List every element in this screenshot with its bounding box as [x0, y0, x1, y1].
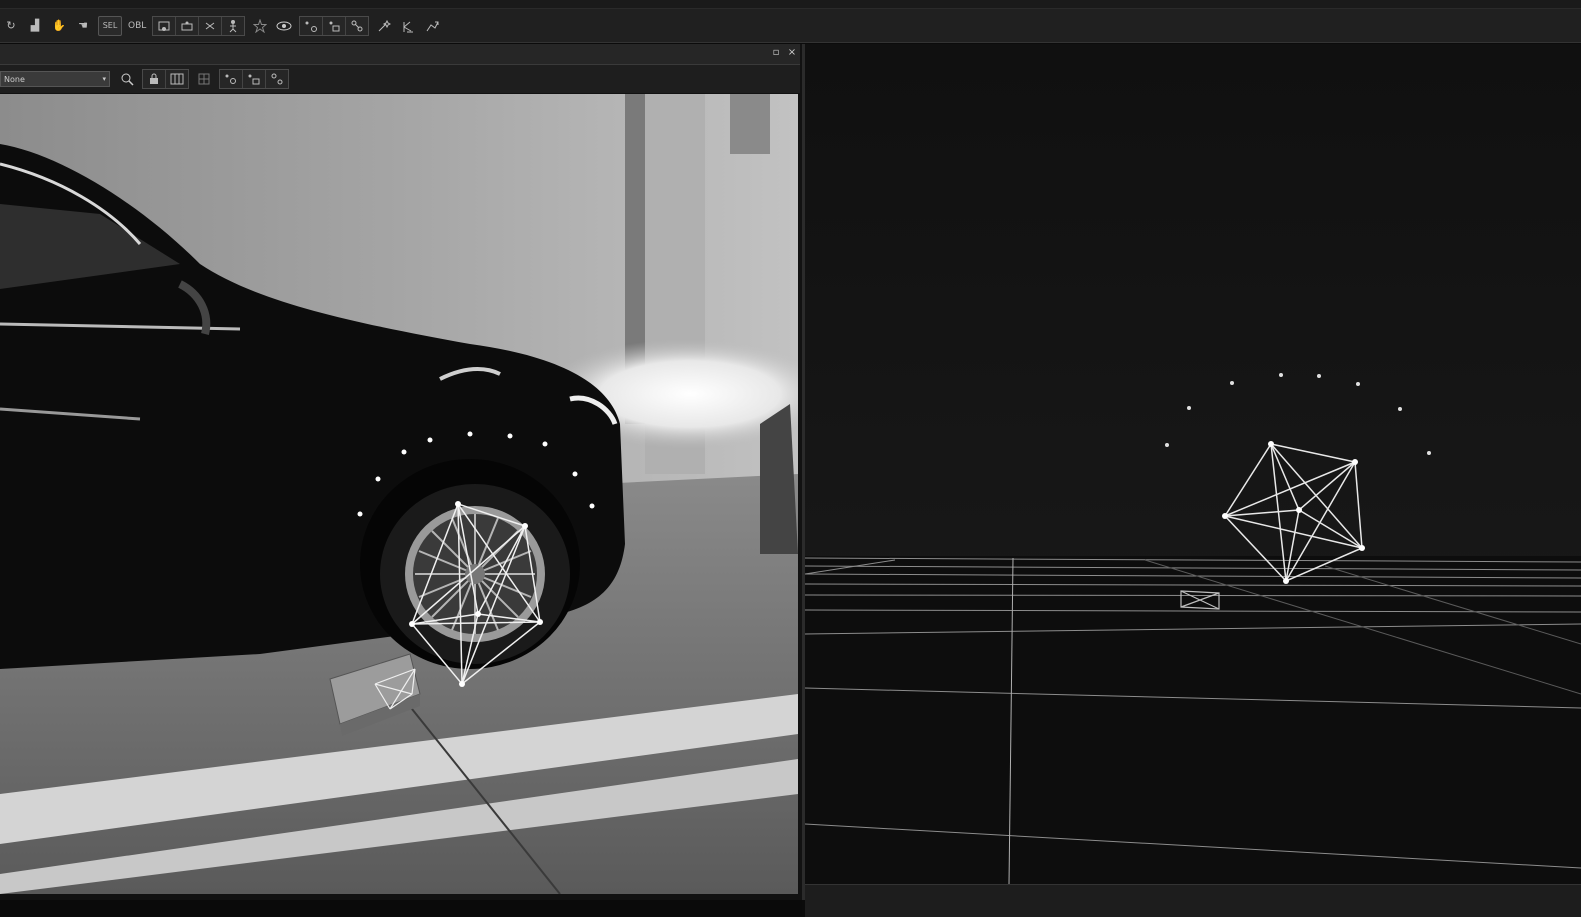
- sel-button[interactable]: SEL: [98, 15, 122, 36]
- zoom-icon[interactable]: [118, 70, 136, 88]
- camera-c-icon[interactable]: [346, 17, 368, 35]
- close-icon[interactable]: ×: [786, 47, 798, 59]
- refresh-icon[interactable]: ↻: [2, 17, 20, 35]
- marker-tool-group: [152, 15, 246, 36]
- camera-panel-titlebar: ▫ ×: [0, 44, 800, 65]
- camera-tool-group: [299, 15, 370, 36]
- view-c-icon[interactable]: [266, 70, 288, 88]
- viewport-3d[interactable]: [805, 44, 1581, 884]
- star-icon[interactable]: [251, 17, 269, 35]
- lock-icon[interactable]: [143, 70, 166, 88]
- eye-icon[interactable]: [275, 17, 293, 35]
- obl-button[interactable]: OBL: [128, 21, 146, 31]
- grid-icon[interactable]: [195, 70, 213, 88]
- car-front-wheel: [380, 484, 570, 664]
- view-a-icon[interactable]: [220, 70, 243, 88]
- hand-drag-icon[interactable]: ☚: [74, 17, 92, 35]
- marker-add-icon[interactable]: [153, 16, 177, 35]
- camera-select-value: None: [4, 74, 25, 84]
- camera-view-group: [142, 69, 189, 89]
- main-toolbar: ↻ ▟ ✋ ☚ SEL OBL: [0, 9, 1581, 43]
- camera-panel-toolbar: None ▾: [0, 65, 800, 93]
- camera-feed[interactable]: [0, 94, 798, 894]
- restore-icon[interactable]: ▫: [770, 47, 782, 59]
- wand-icon[interactable]: [375, 17, 393, 35]
- camera-select[interactable]: None ▾: [0, 71, 110, 87]
- viewport-status-bar: [805, 884, 1581, 917]
- run-icon[interactable]: [423, 17, 441, 35]
- camera-b-icon[interactable]: [323, 16, 347, 35]
- link-icon[interactable]: [199, 16, 223, 35]
- chart-icon[interactable]: ▟: [26, 17, 44, 35]
- hand-tool-icon[interactable]: ✋: [50, 17, 68, 35]
- camera-a-icon[interactable]: [300, 16, 324, 35]
- view-tool-group: [219, 69, 289, 89]
- camera-panel: ▫ × None ▾: [0, 44, 805, 900]
- solve-icon[interactable]: [399, 17, 417, 35]
- view-b-icon[interactable]: [243, 70, 266, 88]
- chevron-down-icon: ▾: [102, 75, 106, 83]
- skeleton-icon[interactable]: [222, 17, 244, 35]
- window-top-strip: [0, 0, 1581, 9]
- columns-icon[interactable]: [166, 70, 188, 88]
- marker-select-icon[interactable]: [176, 16, 200, 35]
- camera-panel-footer: [0, 900, 802, 916]
